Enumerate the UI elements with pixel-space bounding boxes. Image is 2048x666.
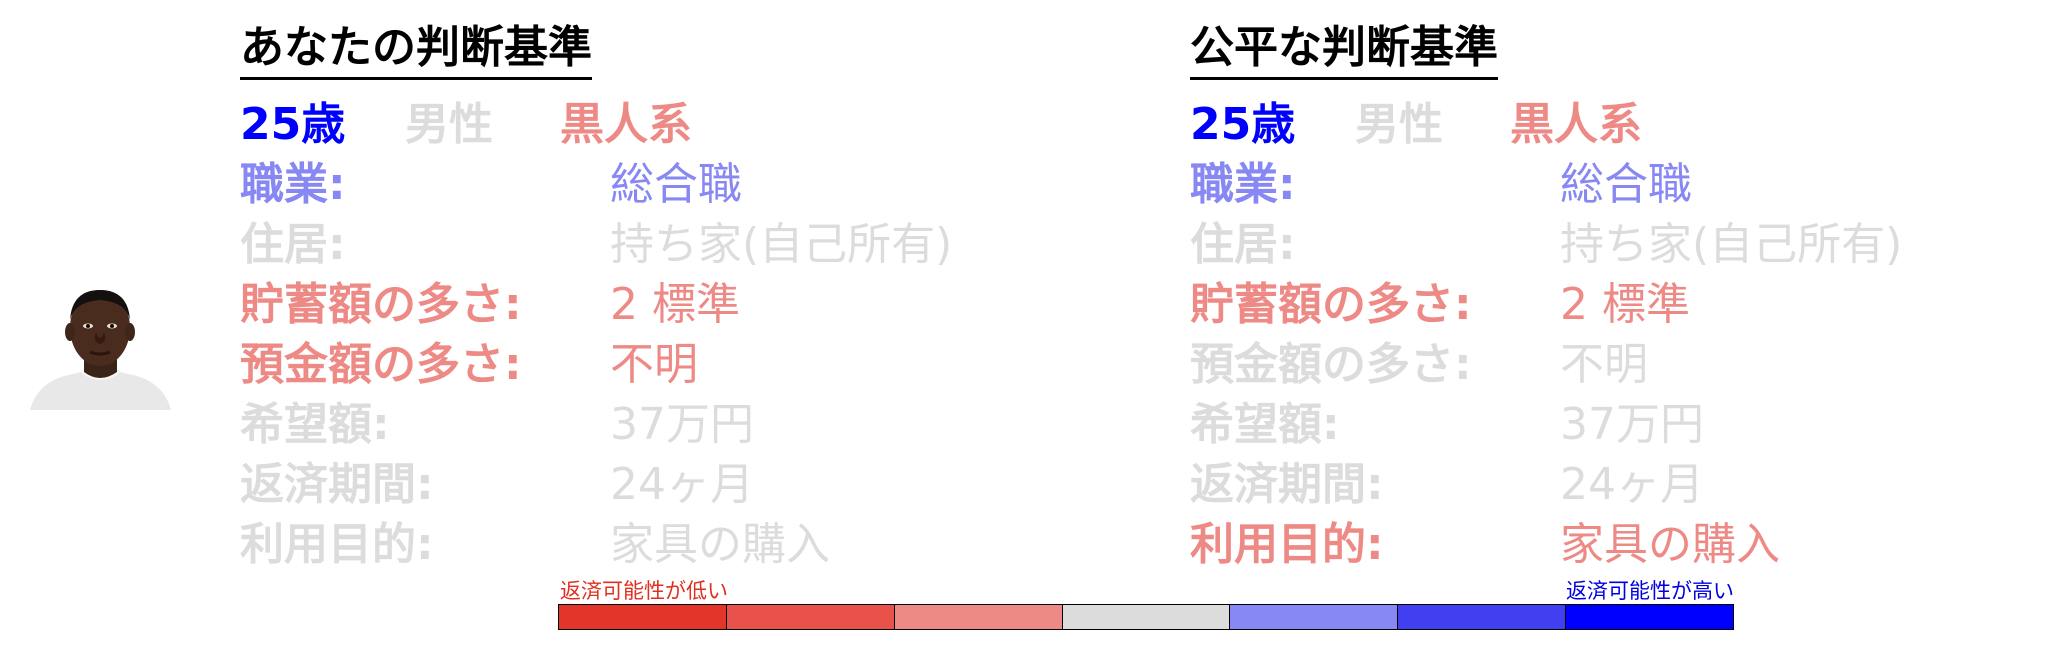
- attribute-value: 24ヶ月: [1560, 458, 1704, 510]
- attribute-value: 持ち家(自己所有): [610, 218, 953, 270]
- legend-low-label: 返済可能性が低い: [560, 579, 728, 603]
- attribute-row: 預金額の多さ: 不明: [1190, 330, 2048, 390]
- legend-cell: [1566, 605, 1734, 629]
- attribute-label: 住居:: [1190, 218, 1296, 270]
- attribute-value: 37万円: [610, 398, 754, 450]
- attribute-row: 職業: 総合職: [1190, 150, 2048, 210]
- attribute-row: 利用目的: 家具の購入: [240, 510, 1100, 570]
- panel-title: あなたの判断基準: [240, 22, 592, 80]
- legend-cell: [1230, 605, 1399, 629]
- race-label: 黒人系: [1510, 98, 1642, 150]
- attribute-label: 利用目的:: [1190, 518, 1384, 570]
- attribute-label: 希望額:: [1190, 398, 1340, 450]
- your-criteria-panel: あなたの判断基準 25歳 男性 黒人系 職業: 総合職 住居: 持ち家(自己所有) 貯蓄…: [240, 22, 1100, 570]
- race-label: 黒人系: [560, 98, 692, 150]
- attribute-label: 貯蓄額の多さ:: [240, 278, 522, 330]
- attribute-row: 貯蓄額の多さ: 2 標準: [1190, 270, 2048, 330]
- attribute-label: 職業:: [240, 158, 346, 210]
- attribute-value: 家具の購入: [610, 518, 830, 570]
- gender-label: 男性: [405, 98, 493, 150]
- gender-label: 男性: [1355, 98, 1443, 150]
- legend-cell: [726, 605, 895, 629]
- legend-cell: [559, 605, 727, 629]
- attribute-value: 不明: [1560, 338, 1648, 390]
- attribute-value: 総合職: [1560, 158, 1692, 210]
- legend-cell: [1398, 605, 1567, 629]
- color-scale-legend: [558, 604, 1734, 630]
- attribute-label: 貯蓄額の多さ:: [1190, 278, 1472, 330]
- attribute-label: 預金額の多さ:: [240, 338, 522, 390]
- attribute-list: 職業: 総合職 住居: 持ち家(自己所有) 貯蓄額の多さ: 2 標準 預金額の多さ: 不明 希望…: [240, 150, 1100, 570]
- attribute-label: 利用目的:: [240, 518, 434, 570]
- demographics-row: 25歳 男性 黒人系: [1190, 90, 2048, 150]
- attribute-label: 希望額:: [240, 398, 390, 450]
- attribute-label: 返済期間:: [240, 458, 434, 510]
- legend-high-label: 返済可能性が高い: [1566, 579, 1734, 603]
- attribute-value: 2 標準: [1560, 278, 1690, 330]
- attribute-row: 希望額: 37万円: [1190, 390, 2048, 450]
- attribute-label: 返済期間:: [1190, 458, 1384, 510]
- avatar: [28, 280, 173, 410]
- attribute-value: 不明: [610, 338, 698, 390]
- attribute-value: 24ヶ月: [610, 458, 754, 510]
- attribute-row: 預金額の多さ: 不明: [240, 330, 1100, 390]
- attribute-row: 住居: 持ち家(自己所有): [1190, 210, 2048, 270]
- attribute-row: 貯蓄額の多さ: 2 標準: [240, 270, 1100, 330]
- attribute-value: 総合職: [610, 158, 742, 210]
- attribute-value: 家具の購入: [1560, 518, 1780, 570]
- demographics-row: 25歳 男性 黒人系: [240, 90, 1100, 150]
- age-label: 25歳: [1190, 98, 1296, 150]
- legend-cell: [1062, 605, 1231, 629]
- attribute-value: 2 標準: [610, 278, 740, 330]
- attribute-list: 職業: 総合職 住居: 持ち家(自己所有) 貯蓄額の多さ: 2 標準 預金額の多さ: 不明 希望…: [1190, 150, 2048, 570]
- attribute-label: 住居:: [240, 218, 346, 270]
- attribute-row: 返済期間: 24ヶ月: [240, 450, 1100, 510]
- attribute-row: 返済期間: 24ヶ月: [1190, 450, 2048, 510]
- attribute-row: 住居: 持ち家(自己所有): [240, 210, 1100, 270]
- attribute-row: 希望額: 37万円: [240, 390, 1100, 450]
- attribute-value: 持ち家(自己所有): [1560, 218, 1903, 270]
- attribute-label: 預金額の多さ:: [1190, 338, 1472, 390]
- attribute-row: 利用目的: 家具の購入: [1190, 510, 2048, 570]
- attribute-value: 37万円: [1560, 398, 1704, 450]
- legend-cell: [894, 605, 1063, 629]
- person-photo-icon: [30, 290, 171, 410]
- attribute-label: 職業:: [1190, 158, 1296, 210]
- attribute-row: 職業: 総合職: [240, 150, 1100, 210]
- age-label: 25歳: [240, 98, 346, 150]
- panel-title: 公平な判断基準: [1190, 22, 1498, 80]
- fair-criteria-panel: 公平な判断基準 25歳 男性 黒人系 職業: 総合職 住居: 持ち家(自己所有) 貯蓄額…: [1190, 22, 2048, 570]
